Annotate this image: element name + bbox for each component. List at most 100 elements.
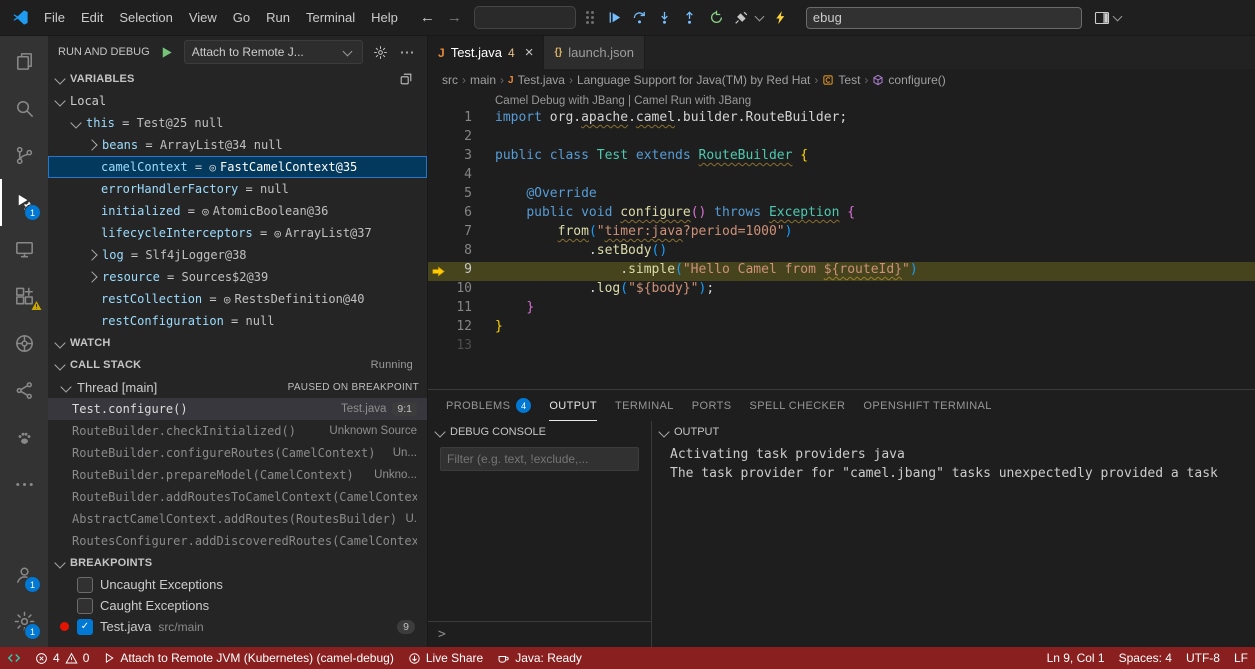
- lazy-eval-icon[interactable]: ◎: [202, 205, 209, 218]
- codelens-links[interactable]: Camel Debug with JBang | Camel Run with …: [428, 93, 1255, 110]
- line-number[interactable]: 11: [428, 300, 472, 319]
- breakpoint-row[interactable]: Uncaught Exceptions: [48, 574, 427, 595]
- stack-frame[interactable]: RouteBuilder.prepareModel(CamelContext)U…: [48, 464, 427, 486]
- menu-run[interactable]: Run: [258, 6, 298, 29]
- breakpoint-row[interactable]: ✓Test.javasrc/main9: [48, 616, 427, 637]
- status-cursor-position[interactable]: Ln 9, Col 1: [1040, 647, 1112, 669]
- code-line-9[interactable]: 9 .simple("Hello Camel from ${routeId}"): [428, 262, 1255, 281]
- status-java-status[interactable]: Java: Ready: [490, 647, 589, 669]
- output-content[interactable]: Activating task providers javaThe task p…: [652, 443, 1255, 483]
- menu-file[interactable]: File: [36, 6, 73, 29]
- breakpoint-checkbox[interactable]: [77, 598, 93, 614]
- status-eol[interactable]: LF: [1227, 647, 1255, 669]
- line-number[interactable]: 10: [428, 281, 472, 300]
- code-line-6[interactable]: 6 public void configure() throws Excepti…: [428, 205, 1255, 224]
- status-indentation[interactable]: Spaces: 4: [1112, 647, 1179, 669]
- menu-terminal[interactable]: Terminal: [298, 6, 363, 29]
- status-encoding[interactable]: UTF-8: [1179, 647, 1227, 669]
- stack-frame[interactable]: AbstractCamelContext.addRoutes(RoutesBui…: [48, 508, 427, 530]
- status-live-share[interactable]: Live Share: [401, 647, 490, 669]
- line-number[interactable]: 1: [428, 110, 472, 129]
- code-line-1[interactable]: 1import org.apache.camel.builder.RouteBu…: [428, 110, 1255, 129]
- sidebar-more-icon[interactable]: ⋯: [397, 42, 417, 62]
- code-line-13[interactable]: 13: [428, 338, 1255, 357]
- line-number[interactable]: 7: [428, 224, 472, 243]
- activity-kubernetes[interactable]: [0, 320, 48, 367]
- code-line-2[interactable]: 2: [428, 129, 1255, 148]
- continue-button[interactable]: [604, 7, 626, 29]
- variable-row-log[interactable]: log = Slf4jLogger@38: [48, 244, 427, 266]
- activity-live-share[interactable]: [0, 367, 48, 414]
- variable-row-beans[interactable]: beans = ArrayList@34 null: [48, 134, 427, 156]
- breadcrumb-item-0[interactable]: src: [442, 73, 458, 87]
- watch-section-header[interactable]: WATCH: [48, 332, 427, 354]
- debug-toolbar-grip[interactable]: [586, 11, 594, 24]
- title-bar-input[interactable]: [806, 7, 1082, 29]
- code-line-10[interactable]: 10 .log("${body}");: [428, 281, 1255, 300]
- status-remote-indicator[interactable]: [0, 647, 28, 669]
- variable-row-resource[interactable]: resource = Sources$2@39: [48, 266, 427, 288]
- breadcrumb-item-5[interactable]: configure(): [872, 73, 945, 87]
- variable-row-camelContext[interactable]: camelContext = ◎FastCamelContext@35: [48, 156, 427, 178]
- breadcrumb-item-3[interactable]: Language Support for Java(TM) by Red Hat: [577, 73, 810, 87]
- breakpoint-row[interactable]: Caught Exceptions: [48, 595, 427, 616]
- variable-row-Local[interactable]: Local: [48, 90, 427, 112]
- step-over-button[interactable]: [629, 7, 651, 29]
- close-tab-icon[interactable]: ×: [525, 45, 534, 60]
- panel-tab-spell-checker[interactable]: SPELL CHECKER: [750, 390, 846, 421]
- menu-view[interactable]: View: [181, 6, 225, 29]
- code-line-11[interactable]: 11 }: [428, 300, 1255, 319]
- activity-camel[interactable]: [0, 414, 48, 461]
- activity-more[interactable]: [0, 461, 48, 508]
- tab-launch-json[interactable]: {}launch.json: [544, 36, 645, 69]
- stack-frame[interactable]: RouteBuilder.checkInitialized()Unknown S…: [48, 420, 427, 442]
- tab-test-java[interactable]: JTest.java4×: [428, 36, 544, 69]
- status-problems[interactable]: 40: [28, 647, 96, 669]
- command-center-search[interactable]: [474, 6, 576, 29]
- panel-tab-openshift-terminal[interactable]: OPENSHIFT TERMINAL: [863, 390, 991, 421]
- debug-console-repl[interactable]: >: [428, 621, 651, 647]
- variable-row-lifecycleInterceptors[interactable]: lifecycleInterceptors = ◎ArrayList@37: [48, 222, 427, 244]
- stack-frame[interactable]: RoutesConfigurer.addDiscoveredRoutes(Cam…: [48, 530, 427, 552]
- menu-help[interactable]: Help: [363, 6, 406, 29]
- code-line-4[interactable]: 4: [428, 167, 1255, 186]
- debug-console-header[interactable]: DEBUG CONSOLE: [428, 421, 651, 443]
- code-editor[interactable]: Camel Debug with JBang | Camel Run with …: [428, 91, 1255, 389]
- status-debug-session[interactable]: Attach to Remote JVM (Kubernetes) (camel…: [96, 647, 400, 669]
- layout-toggle-button[interactable]: [1094, 10, 1125, 26]
- breakpoint-checkbox[interactable]: [77, 577, 93, 593]
- lazy-eval-icon[interactable]: ◎: [224, 293, 231, 306]
- disconnect-dropdown-icon[interactable]: [754, 12, 764, 22]
- debug-start-button[interactable]: [157, 42, 177, 62]
- variable-row-initialized[interactable]: initialized = ◎AtomicBoolean@36: [48, 200, 427, 222]
- breadcrumb-item-4[interactable]: Test: [822, 73, 860, 87]
- panel-tab-ports[interactable]: PORTS: [692, 390, 732, 421]
- code-line-8[interactable]: 8 .setBody(): [428, 243, 1255, 262]
- activity-settings[interactable]: 1: [0, 598, 48, 645]
- code-line-12[interactable]: 12}: [428, 319, 1255, 338]
- activity-explorer[interactable]: [0, 38, 48, 85]
- panel-tab-output[interactable]: OUTPUT: [549, 390, 597, 421]
- step-into-button[interactable]: [654, 7, 676, 29]
- breakpoint-checkbox[interactable]: ✓: [77, 619, 93, 635]
- back-button[interactable]: ←: [420, 9, 435, 26]
- variable-row-restCollection[interactable]: restCollection = ◎RestsDefinition@40: [48, 288, 427, 310]
- line-number[interactable]: 4: [428, 167, 472, 186]
- line-number[interactable]: 3: [428, 148, 472, 167]
- line-number[interactable]: 13: [428, 338, 472, 357]
- step-out-button[interactable]: [679, 7, 701, 29]
- lazy-eval-icon[interactable]: ◎: [274, 227, 281, 240]
- code-line-5[interactable]: 5 @Override: [428, 186, 1255, 205]
- code-line-7[interactable]: 7 from("timer:java?period=1000"): [428, 224, 1255, 243]
- stack-frame[interactable]: Test.configure()Test.java9:1: [48, 398, 427, 420]
- activity-run-and-debug[interactable]: 1: [0, 179, 48, 226]
- code-line-3[interactable]: 3public class Test extends RouteBuilder …: [428, 148, 1255, 167]
- debug-settings-icon[interactable]: [370, 42, 390, 62]
- activity-extensions[interactable]: [0, 273, 48, 320]
- variable-row-restConfiguration[interactable]: restConfiguration = null: [48, 310, 427, 332]
- menu-selection[interactable]: Selection: [111, 6, 180, 29]
- debug-console-filter-input[interactable]: [440, 447, 639, 471]
- restart-button[interactable]: [706, 7, 728, 29]
- camel-lightning-button[interactable]: [770, 7, 792, 29]
- collapse-all-icon[interactable]: [399, 72, 413, 86]
